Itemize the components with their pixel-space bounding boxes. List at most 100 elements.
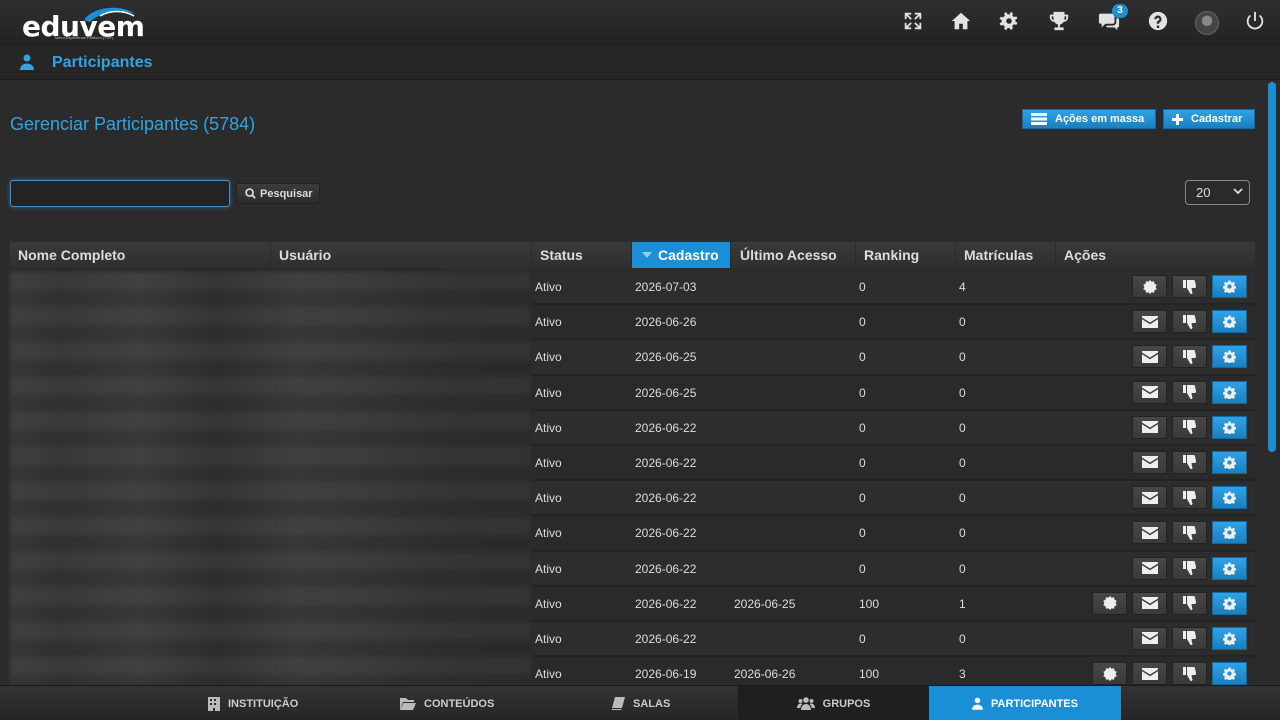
nav-item-contents[interactable]: CONTEÚDOS	[400, 686, 494, 720]
send-email-button[interactable]	[1132, 345, 1167, 369]
settings-button[interactable]	[1212, 450, 1247, 474]
send-email-button[interactable]	[1132, 591, 1167, 615]
nav-item-rooms[interactable]: SALAS	[611, 686, 670, 720]
column-header-cadastro[interactable]: Cadastro	[632, 242, 731, 268]
settings-button[interactable]	[1212, 556, 1247, 580]
column-header-ranking[interactable]: Ranking	[856, 242, 956, 268]
mail-icon	[1141, 456, 1158, 469]
send-email-button[interactable]	[1132, 486, 1167, 510]
search-input[interactable]	[10, 180, 230, 207]
send-email-button[interactable]	[1132, 310, 1167, 334]
brand-logo[interactable]: eduvem Talent Experience Platform (TXP)	[20, 4, 145, 44]
settings-button[interactable]	[1212, 310, 1247, 334]
thumbs-down-icon	[1183, 561, 1196, 575]
help-icon[interactable]	[1147, 10, 1173, 36]
dislike-button[interactable]	[1172, 450, 1207, 474]
column-header-user[interactable]: Usuário	[271, 242, 532, 268]
register-button[interactable]: Cadastrar	[1163, 109, 1255, 129]
send-email-button[interactable]	[1132, 662, 1167, 686]
bulk-actions-label: Ações em massa	[1055, 113, 1145, 125]
table-row[interactable]: Ativo 2026-06-22 0 0	[532, 621, 1255, 658]
dislike-button[interactable]	[1172, 275, 1207, 298]
settings-button[interactable]	[1212, 662, 1247, 686]
send-email-button[interactable]	[1132, 626, 1167, 650]
badge-button[interactable]	[1092, 662, 1127, 686]
column-header-last-access[interactable]: Último Acesso	[732, 242, 856, 268]
dislike-button[interactable]	[1172, 626, 1207, 650]
send-email-button[interactable]	[1132, 450, 1167, 474]
book-icon	[611, 696, 625, 710]
table-row[interactable]: Ativo 2026-06-22 2026-06-25 100 1	[532, 586, 1255, 622]
table-row[interactable]: Ativo 2026-06-25 0 0	[532, 375, 1255, 411]
dislike-button[interactable]	[1172, 662, 1207, 686]
nav-item-participants[interactable]: PARTICIPANTES	[929, 686, 1121, 720]
cell-enrollments: 0	[959, 455, 966, 470]
settings-button[interactable]	[1212, 521, 1247, 545]
table-row[interactable]: Ativo 2026-06-26 0 0	[532, 305, 1255, 341]
send-email-button[interactable]	[1132, 380, 1167, 404]
column-header-enrollments[interactable]: Matrículas	[956, 242, 1056, 268]
gear-icon	[1223, 526, 1236, 540]
settings-button[interactable]	[1212, 345, 1247, 369]
send-email-button[interactable]	[1132, 521, 1167, 545]
cell-ranking: 0	[859, 350, 866, 365]
cell-cadastro: 2026-06-22	[635, 561, 697, 576]
search-button[interactable]: Pesquisar	[236, 183, 320, 204]
badge-button[interactable]	[1132, 275, 1167, 298]
table-row[interactable]: Ativo 2026-06-22 0 0	[532, 410, 1255, 446]
settings-button[interactable]	[1212, 591, 1247, 615]
badge-button[interactable]	[1092, 591, 1127, 615]
power-icon[interactable]	[1244, 10, 1270, 36]
sort-desc-icon	[642, 252, 652, 258]
cell-status: Ativo	[535, 667, 562, 682]
cell-cadastro: 2026-06-25	[635, 350, 697, 365]
settings-button[interactable]	[1212, 626, 1247, 650]
column-header-status[interactable]: Status	[532, 242, 632, 268]
bottom-nav: INSTITUIÇÃO CONTEÚDOS SALAS GRUPOS PARTI…	[0, 685, 1280, 720]
nav-item-groups[interactable]: GRUPOS	[738, 686, 929, 720]
table-row[interactable]: Ativo 2026-07-03 0 4	[532, 270, 1255, 306]
dislike-button[interactable]	[1172, 556, 1207, 580]
mail-icon	[1141, 667, 1158, 680]
dislike-button[interactable]	[1172, 521, 1207, 545]
send-email-button[interactable]	[1132, 415, 1167, 439]
dislike-button[interactable]	[1172, 591, 1207, 615]
cell-ranking: 0	[859, 315, 866, 330]
dislike-button[interactable]	[1172, 486, 1207, 510]
table-row[interactable]: Ativo 2026-06-22 0 0	[532, 551, 1255, 587]
settings-button[interactable]	[1212, 415, 1247, 439]
row-actions	[1092, 591, 1247, 615]
thumbs-down-icon	[1183, 349, 1196, 364]
chat-icon[interactable]: 3	[1098, 4, 1128, 36]
scrollbar[interactable]	[1268, 82, 1276, 452]
brand-tagline: Talent Experience Platform (TXP)	[54, 35, 114, 40]
dislike-button[interactable]	[1172, 380, 1207, 404]
table-row[interactable]: Ativo 2026-06-22 0 0	[532, 481, 1255, 517]
dislike-button[interactable]	[1172, 310, 1207, 334]
cell-enrollments: 0	[959, 491, 966, 506]
avatar[interactable]	[1195, 11, 1219, 35]
table-row[interactable]: Ativo 2026-06-25 0 0	[532, 340, 1255, 376]
settings-icon[interactable]	[998, 10, 1024, 36]
mail-icon	[1141, 491, 1158, 504]
table-row[interactable]: Ativo 2026-06-22 0 0	[532, 516, 1255, 552]
gear-icon	[1223, 280, 1236, 293]
settings-button[interactable]	[1212, 380, 1247, 404]
cell-status: Ativo	[535, 491, 562, 506]
page-size-select[interactable]: 20	[1185, 180, 1250, 205]
table-row[interactable]: Ativo 2026-06-22 0 0	[532, 445, 1255, 482]
column-header-name[interactable]: Nome Completo	[10, 242, 271, 268]
nav-item-institution[interactable]: INSTITUIÇÃO	[208, 686, 298, 720]
search-button-label: Pesquisar	[260, 187, 313, 200]
thumbs-down-icon	[1183, 279, 1196, 294]
settings-button[interactable]	[1212, 486, 1247, 510]
home-icon[interactable]	[950, 10, 976, 36]
dislike-button[interactable]	[1172, 345, 1207, 369]
settings-button[interactable]	[1212, 275, 1247, 298]
trophy-icon[interactable]	[1048, 10, 1074, 36]
cell-status: Ativo	[535, 280, 562, 294]
send-email-button[interactable]	[1132, 556, 1167, 580]
bulk-actions-button[interactable]: Ações em massa	[1022, 109, 1156, 129]
dislike-button[interactable]	[1172, 415, 1207, 439]
fullscreen-icon[interactable]	[902, 10, 928, 36]
